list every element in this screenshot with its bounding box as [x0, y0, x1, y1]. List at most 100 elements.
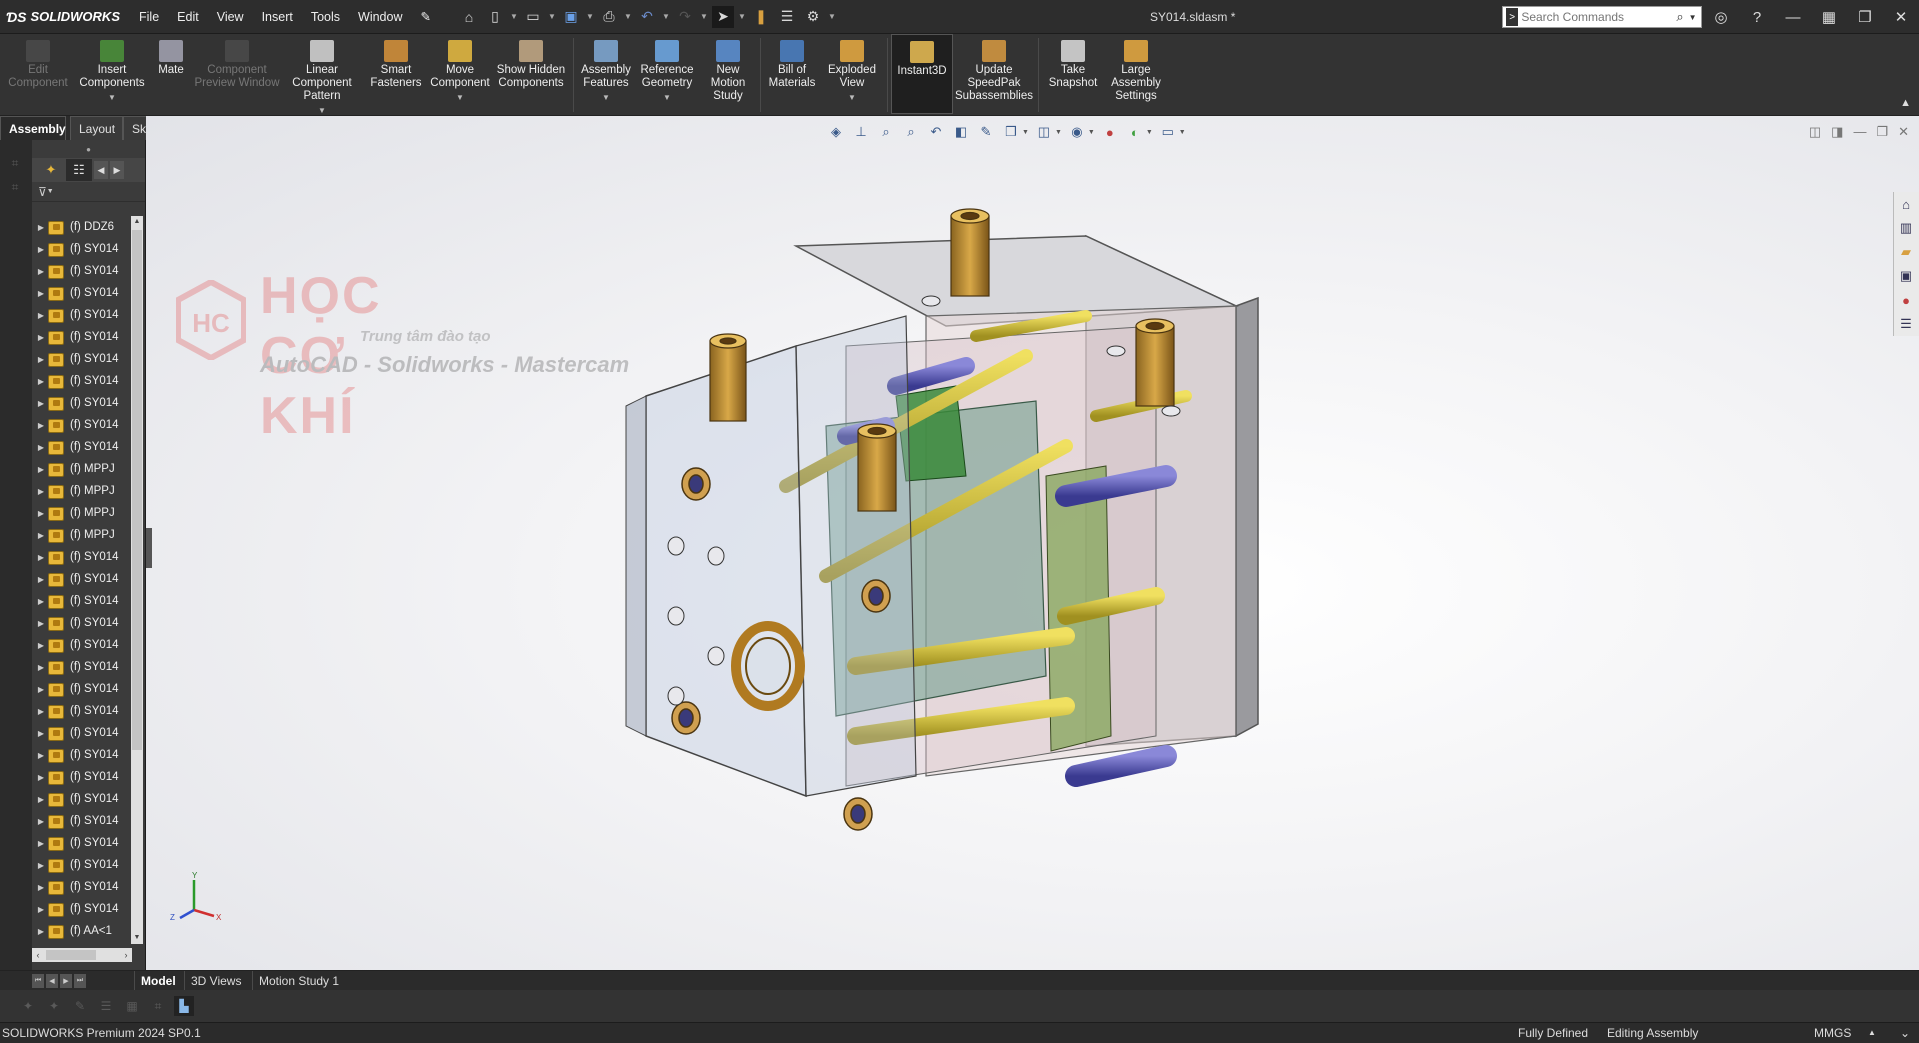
- redo-icon[interactable]: ↷: [674, 6, 696, 28]
- home-icon[interactable]: ⌂: [458, 6, 480, 28]
- edit-component-button[interactable]: Edit Component: [0, 34, 76, 90]
- save-caret-icon[interactable]: ▼: [586, 12, 594, 21]
- expand-arrow-icon[interactable]: ▶: [32, 861, 46, 870]
- tree-item[interactable]: ▶ (f) SY014: [32, 656, 132, 678]
- tab-layout[interactable]: Layout: [70, 116, 123, 140]
- expand-arrow-icon[interactable]: ▶: [32, 223, 46, 232]
- tile-windows-icon[interactable]: ▦: [1811, 0, 1847, 34]
- expand-arrow-icon[interactable]: ▶: [32, 817, 46, 826]
- expand-arrow-icon[interactable]: ▶: [32, 751, 46, 760]
- tree-item[interactable]: ▶ (f) SY014: [32, 238, 132, 260]
- dropdown-caret-icon[interactable]: ▼: [848, 91, 856, 104]
- tree-item[interactable]: ▶ (f) MPPJ: [32, 502, 132, 524]
- large-assembly-settings-button[interactable]: Large Assembly Settings: [1104, 34, 1168, 103]
- tab-model[interactable]: Model: [134, 971, 182, 991]
- search-caret-icon[interactable]: ▼: [1689, 13, 1701, 22]
- dropdown-caret-icon[interactable]: ▼: [456, 91, 464, 104]
- tree-item[interactable]: ▶ (f) SY014: [32, 282, 132, 304]
- prev-tab-icon[interactable]: ◀: [46, 974, 58, 988]
- panel-grip-icon[interactable]: ●: [32, 140, 145, 158]
- search-input[interactable]: [1521, 10, 1677, 24]
- view-palette-icon[interactable]: ▣: [1894, 264, 1918, 288]
- tool-1-icon[interactable]: ✦: [18, 996, 38, 1016]
- standard-views-icon[interactable]: ⊥: [851, 122, 871, 142]
- last-tab-icon[interactable]: ⏭: [74, 974, 86, 988]
- new-document-icon[interactable]: ▯: [484, 6, 506, 28]
- sketch-tool-icon[interactable]: ⌗: [7, 156, 23, 170]
- search-icon[interactable]: ⌕: [1676, 9, 1688, 25]
- tree-item[interactable]: ▶(f) AD-<: [32, 942, 132, 944]
- apply-scene-icon[interactable]: ◐: [1125, 122, 1145, 142]
- hide-show-caret-icon[interactable]: ▼: [1088, 129, 1095, 136]
- expand-arrow-icon[interactable]: ▶: [32, 729, 46, 738]
- expand-arrow-icon[interactable]: ▶: [32, 663, 46, 672]
- reference-geometry-button[interactable]: Reference Geometry ▼: [635, 34, 699, 104]
- expand-arrow-icon[interactable]: ▶: [32, 333, 46, 342]
- undo-icon[interactable]: ↶: [636, 6, 658, 28]
- next-tab-icon[interactable]: ▶: [60, 974, 72, 988]
- expand-arrow-icon[interactable]: ▶: [32, 795, 46, 804]
- zoom-to-fit-icon[interactable]: ⌕: [876, 122, 896, 142]
- open-caret-icon[interactable]: ▼: [548, 12, 556, 21]
- menu-edit[interactable]: Edit: [168, 0, 208, 34]
- hscroll-thumb[interactable]: [46, 950, 96, 960]
- filter-icon[interactable]: ⊽: [38, 185, 47, 199]
- expand-arrow-icon[interactable]: ▶: [32, 553, 46, 562]
- tree-item[interactable]: ▶ (f) SY014: [32, 612, 132, 634]
- tree-vertical-scrollbar[interactable]: ▲ ▼: [131, 216, 143, 944]
- dropdown-caret-icon[interactable]: ▼: [602, 91, 610, 104]
- tree-item[interactable]: ▶ (f) SY014: [32, 634, 132, 656]
- scroll-up-icon[interactable]: ▲: [131, 216, 143, 228]
- property-manager-tab-icon[interactable]: ☷: [66, 159, 92, 181]
- save-icon[interactable]: ▣: [560, 6, 582, 28]
- view-orientation-caret-icon[interactable]: ▼: [1022, 129, 1029, 136]
- expand-arrow-icon[interactable]: ▶: [32, 377, 46, 386]
- tool-3-icon[interactable]: ✎: [70, 996, 90, 1016]
- tab-3d-views[interactable]: 3D Views: [184, 971, 247, 991]
- scroll-right-icon[interactable]: ›: [120, 948, 132, 962]
- feature-tree-tab-icon[interactable]: ✦: [38, 159, 64, 181]
- move-component-button[interactable]: Move Component ▼: [428, 34, 492, 104]
- view-settings-caret-icon[interactable]: ▼: [1179, 129, 1186, 136]
- dropdown-caret-icon[interactable]: ▼: [108, 91, 116, 104]
- menu-tools[interactable]: Tools: [302, 0, 349, 34]
- scroll-down-icon[interactable]: ▼: [131, 932, 143, 944]
- select-arrow-icon[interactable]: ➤: [711, 5, 734, 28]
- tree-item[interactable]: ▶ (f) SY014: [32, 414, 132, 436]
- tree-item[interactable]: ▶ (f) SY014: [32, 392, 132, 414]
- tree-item[interactable]: ▶ (f) SY014: [32, 678, 132, 700]
- tree-item[interactable]: ▶ (f) SY014: [32, 546, 132, 568]
- close-icon[interactable]: ✕: [1883, 0, 1919, 34]
- help-icon[interactable]: ?: [1739, 0, 1775, 34]
- tree-filter[interactable]: ⊽ ▼: [32, 182, 145, 202]
- display-style-icon[interactable]: ◫: [1034, 122, 1054, 142]
- tree-item[interactable]: ▶ (f) SY014: [32, 832, 132, 854]
- tree-item[interactable]: ▶ (f) SY014: [32, 304, 132, 326]
- edit-appearance-icon[interactable]: ●: [1100, 122, 1120, 142]
- solidworks-resources-icon[interactable]: ⌂: [1894, 192, 1918, 216]
- tree-item[interactable]: ▶ (f) SY014: [32, 436, 132, 458]
- tool-6-icon[interactable]: ⌗: [148, 996, 168, 1016]
- expand-arrow-icon[interactable]: ▶: [32, 883, 46, 892]
- scroll-thumb[interactable]: [132, 230, 142, 750]
- assembly-features-button[interactable]: Assembly Features ▼: [577, 34, 635, 104]
- exploded-view-button[interactable]: Exploded View ▼: [820, 34, 884, 104]
- tree-item[interactable]: ▶ (f) SY014: [32, 370, 132, 392]
- expand-arrow-icon[interactable]: ▶: [32, 707, 46, 716]
- status-units[interactable]: MMGS: [1814, 1023, 1851, 1043]
- previous-view-icon[interactable]: ↶: [926, 122, 946, 142]
- expand-arrow-icon[interactable]: ▶: [32, 311, 46, 320]
- viewport-minimize-icon[interactable]: —: [1853, 124, 1866, 140]
- chart-tool-icon[interactable]: ▙: [174, 996, 194, 1016]
- tree-item[interactable]: ▶ (f) SY014: [32, 700, 132, 722]
- zoom-area-icon[interactable]: ⌕: [901, 122, 921, 142]
- options-caret-icon[interactable]: ▼: [828, 12, 836, 21]
- tree-item[interactable]: ▶ (f) MPPJ: [32, 524, 132, 546]
- expand-arrow-icon[interactable]: ▶: [32, 927, 46, 936]
- section-view-icon[interactable]: ◧: [951, 122, 971, 142]
- expand-arrow-icon[interactable]: ▶: [32, 685, 46, 694]
- graphics-area[interactable]: ◈ ⊥ ⌕ ⌕ ↶ ◧ ✎ ❒ ▼ ◫ ▼ ◉ ▼ ● ◐ ▼ ▭ ▼ ◫ ◨ — ❐ ✕…: [146, 116, 1919, 970]
- new-caret-icon[interactable]: ▼: [510, 12, 518, 21]
- custom-properties-icon[interactable]: ☰: [1894, 312, 1918, 336]
- appearances-icon[interactable]: ●: [1894, 288, 1918, 312]
